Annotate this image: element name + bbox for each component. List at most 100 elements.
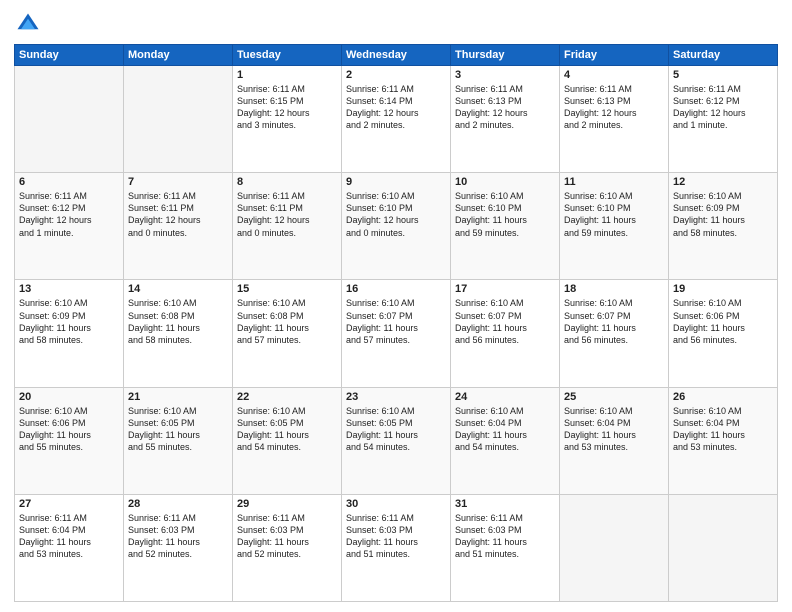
logo-icon [14, 10, 42, 38]
calendar-cell: 3 Sunrise: 6:11 AM Sunset: 6:13 PM Daylig… [451, 66, 560, 173]
calendar-body: 1Sunrise: 6:11 AM Sunset: 6:15 PM Daylig… [15, 66, 778, 602]
calendar-cell: 1Sunrise: 6:11 AM Sunset: 6:15 PM Daylig… [233, 66, 342, 173]
logo [14, 10, 46, 38]
day-info: Sunrise: 6:10 AM Sunset: 6:06 PM Dayligh… [673, 297, 773, 346]
day-number: 30 [346, 498, 446, 510]
calendar-week-row: 1Sunrise: 6:11 AM Sunset: 6:15 PM Daylig… [15, 66, 778, 173]
day-info: Sunrise: 6:11 AM Sunset: 6:14 PM Dayligh… [346, 83, 446, 132]
calendar-cell: 13 Sunrise: 6:10 AM Sunset: 6:09 PM Dayli… [15, 280, 124, 387]
day-number: 9 [346, 176, 446, 188]
weekday-header: Friday [560, 45, 669, 66]
day-info: Sunrise: 6:11 AM Sunset: 6:03 PM Dayligh… [455, 512, 555, 561]
day-info: Sunrise: 6:11 AM Sunset: 6:11 PM Dayligh… [237, 190, 337, 239]
calendar-cell: 31 Sunrise: 6:11 AM Sunset: 6:03 PM Dayli… [451, 494, 560, 601]
day-info: Sunrise: 6:10 AM Sunset: 6:06 PM Dayligh… [19, 405, 119, 454]
calendar-cell: 19 Sunrise: 6:10 AM Sunset: 6:06 PM Dayli… [669, 280, 778, 387]
calendar-cell: 5 Sunrise: 6:11 AM Sunset: 6:12 PM Daylig… [669, 66, 778, 173]
day-info: Sunrise: 6:10 AM Sunset: 6:05 PM Dayligh… [128, 405, 228, 454]
calendar-cell: 11Sunrise: 6:10 AM Sunset: 6:10 PM Dayli… [560, 173, 669, 280]
day-number: 28 [128, 498, 228, 510]
calendar-cell: 10Sunrise: 6:10 AM Sunset: 6:10 PM Dayli… [451, 173, 560, 280]
calendar-cell: 4 Sunrise: 6:11 AM Sunset: 6:13 PM Daylig… [560, 66, 669, 173]
day-info: Sunrise: 6:10 AM Sunset: 6:04 PM Dayligh… [455, 405, 555, 454]
weekday-row: SundayMondayTuesdayWednesdayThursdayFrid… [15, 45, 778, 66]
day-info: Sunrise: 6:10 AM Sunset: 6:10 PM Dayligh… [455, 190, 555, 239]
day-info: Sunrise: 6:11 AM Sunset: 6:12 PM Dayligh… [673, 83, 773, 132]
calendar-cell: 14Sunrise: 6:10 AM Sunset: 6:08 PM Dayli… [124, 280, 233, 387]
calendar-week-row: 13 Sunrise: 6:10 AM Sunset: 6:09 PM Dayli… [15, 280, 778, 387]
calendar-cell: 9 Sunrise: 6:10 AM Sunset: 6:10 PM Daylig… [342, 173, 451, 280]
day-info: Sunrise: 6:10 AM Sunset: 6:04 PM Dayligh… [673, 405, 773, 454]
day-number: 21 [128, 391, 228, 403]
day-info: Sunrise: 6:10 AM Sunset: 6:07 PM Dayligh… [346, 297, 446, 346]
header [14, 10, 778, 38]
day-number: 29 [237, 498, 337, 510]
calendar-cell: 6Sunrise: 6:11 AM Sunset: 6:12 PM Daylig… [15, 173, 124, 280]
calendar-cell: 24 Sunrise: 6:10 AM Sunset: 6:04 PM Dayli… [451, 387, 560, 494]
day-info: Sunrise: 6:10 AM Sunset: 6:10 PM Dayligh… [564, 190, 664, 239]
day-number: 14 [128, 283, 228, 295]
calendar-cell: 27Sunrise: 6:11 AM Sunset: 6:04 PM Dayli… [15, 494, 124, 601]
calendar-table: SundayMondayTuesdayWednesdayThursdayFrid… [14, 44, 778, 602]
calendar-header: SundayMondayTuesdayWednesdayThursdayFrid… [15, 45, 778, 66]
day-number: 26 [673, 391, 773, 403]
day-number: 13 [19, 283, 119, 295]
weekday-header: Monday [124, 45, 233, 66]
day-info: Sunrise: 6:11 AM Sunset: 6:12 PM Dayligh… [19, 190, 119, 239]
calendar-cell: 20Sunrise: 6:10 AM Sunset: 6:06 PM Dayli… [15, 387, 124, 494]
day-number: 3 [455, 69, 555, 81]
calendar-cell: 25 Sunrise: 6:10 AM Sunset: 6:04 PM Dayli… [560, 387, 669, 494]
day-info: Sunrise: 6:10 AM Sunset: 6:09 PM Dayligh… [673, 190, 773, 239]
calendar-cell: 15Sunrise: 6:10 AM Sunset: 6:08 PM Dayli… [233, 280, 342, 387]
calendar-week-row: 6Sunrise: 6:11 AM Sunset: 6:12 PM Daylig… [15, 173, 778, 280]
calendar-cell [669, 494, 778, 601]
calendar-cell: 23 Sunrise: 6:10 AM Sunset: 6:05 PM Dayli… [342, 387, 451, 494]
calendar-cell: 12Sunrise: 6:10 AM Sunset: 6:09 PM Dayli… [669, 173, 778, 280]
day-info: Sunrise: 6:10 AM Sunset: 6:07 PM Dayligh… [455, 297, 555, 346]
calendar-cell: 26 Sunrise: 6:10 AM Sunset: 6:04 PM Dayli… [669, 387, 778, 494]
calendar-cell: 2Sunrise: 6:11 AM Sunset: 6:14 PM Daylig… [342, 66, 451, 173]
day-info: Sunrise: 6:10 AM Sunset: 6:10 PM Dayligh… [346, 190, 446, 239]
calendar-cell: 16 Sunrise: 6:10 AM Sunset: 6:07 PM Dayli… [342, 280, 451, 387]
page: SundayMondayTuesdayWednesdayThursdayFrid… [0, 0, 792, 612]
day-info: Sunrise: 6:10 AM Sunset: 6:07 PM Dayligh… [564, 297, 664, 346]
calendar-cell: 29Sunrise: 6:11 AM Sunset: 6:03 PM Dayli… [233, 494, 342, 601]
day-number: 4 [564, 69, 664, 81]
day-info: Sunrise: 6:10 AM Sunset: 6:09 PM Dayligh… [19, 297, 119, 346]
day-number: 31 [455, 498, 555, 510]
day-number: 23 [346, 391, 446, 403]
day-number: 22 [237, 391, 337, 403]
day-info: Sunrise: 6:10 AM Sunset: 6:04 PM Dayligh… [564, 405, 664, 454]
calendar-cell [124, 66, 233, 173]
day-info: Sunrise: 6:10 AM Sunset: 6:08 PM Dayligh… [237, 297, 337, 346]
calendar-cell: 21 Sunrise: 6:10 AM Sunset: 6:05 PM Dayli… [124, 387, 233, 494]
day-number: 16 [346, 283, 446, 295]
day-number: 19 [673, 283, 773, 295]
day-number: 17 [455, 283, 555, 295]
weekday-header: Thursday [451, 45, 560, 66]
day-number: 25 [564, 391, 664, 403]
calendar-cell: 28 Sunrise: 6:11 AM Sunset: 6:03 PM Dayli… [124, 494, 233, 601]
weekday-header: Tuesday [233, 45, 342, 66]
calendar-cell: 30Sunrise: 6:11 AM Sunset: 6:03 PM Dayli… [342, 494, 451, 601]
day-info: Sunrise: 6:11 AM Sunset: 6:13 PM Dayligh… [564, 83, 664, 132]
calendar-cell [560, 494, 669, 601]
calendar-cell [15, 66, 124, 173]
calendar-week-row: 20Sunrise: 6:10 AM Sunset: 6:06 PM Dayli… [15, 387, 778, 494]
weekday-header: Saturday [669, 45, 778, 66]
day-number: 5 [673, 69, 773, 81]
day-number: 8 [237, 176, 337, 188]
day-number: 7 [128, 176, 228, 188]
calendar-cell: 22Sunrise: 6:10 AM Sunset: 6:05 PM Dayli… [233, 387, 342, 494]
day-info: Sunrise: 6:11 AM Sunset: 6:15 PM Dayligh… [237, 83, 337, 132]
calendar-week-row: 27Sunrise: 6:11 AM Sunset: 6:04 PM Dayli… [15, 494, 778, 601]
day-info: Sunrise: 6:11 AM Sunset: 6:04 PM Dayligh… [19, 512, 119, 561]
day-info: Sunrise: 6:11 AM Sunset: 6:11 PM Dayligh… [128, 190, 228, 239]
calendar-cell: 8 Sunrise: 6:11 AM Sunset: 6:11 PM Daylig… [233, 173, 342, 280]
day-info: Sunrise: 6:11 AM Sunset: 6:03 PM Dayligh… [128, 512, 228, 561]
day-info: Sunrise: 6:10 AM Sunset: 6:05 PM Dayligh… [346, 405, 446, 454]
day-number: 18 [564, 283, 664, 295]
day-number: 24 [455, 391, 555, 403]
day-info: Sunrise: 6:11 AM Sunset: 6:13 PM Dayligh… [455, 83, 555, 132]
calendar-cell: 18 Sunrise: 6:10 AM Sunset: 6:07 PM Dayli… [560, 280, 669, 387]
